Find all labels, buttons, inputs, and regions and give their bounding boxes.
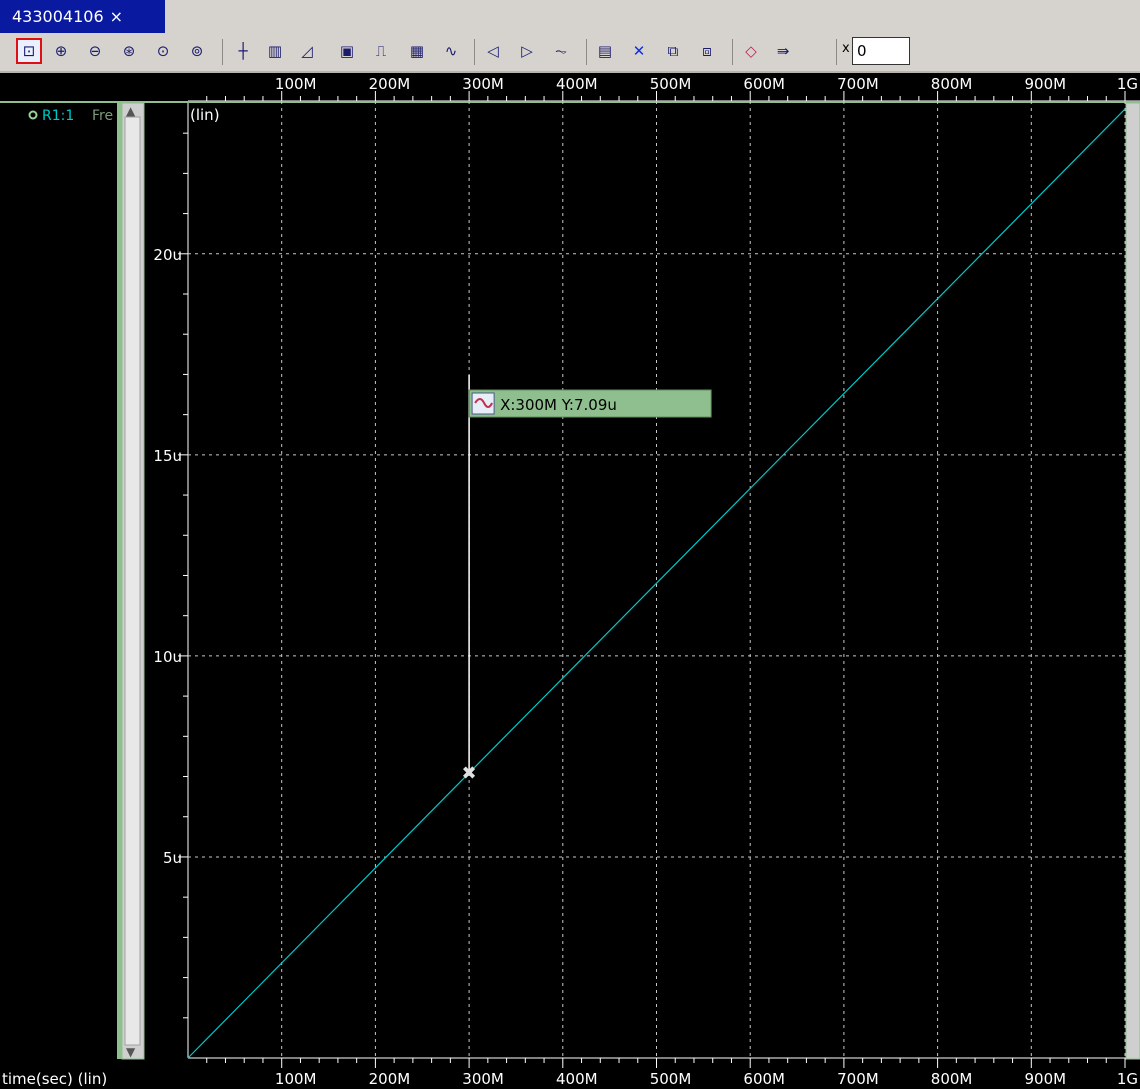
x-axis-title: time(sec) (lin) <box>2 1070 107 1088</box>
signal-list-scroll-thumb[interactable] <box>124 116 141 1046</box>
signal-suffix: Fre <box>92 108 113 124</box>
toolbar: ⊡ ⊕ ⊖ ⊛ ⊙ ⊚ ┼ ▥ ◿ ▣ ⎍ ▦ ∿ ◁ ▷ ⏦ ▤ ✕ ⧉ ⧈ … <box>0 33 1140 73</box>
x-tick-label-top: 600M <box>743 75 785 93</box>
scroll-up-icon[interactable]: ▲ <box>126 104 136 118</box>
y-tick-label: 5u <box>163 849 182 867</box>
x-tick-label-bottom: 900M <box>1025 1070 1067 1088</box>
next-icon[interactable]: ▷ <box>514 38 540 64</box>
export-icon[interactable]: ⇛ <box>770 38 796 64</box>
tab-close-icon[interactable]: × <box>110 7 123 26</box>
x-tick-label-bottom: 300M <box>462 1070 504 1088</box>
tab-title: 433004106 <box>12 7 104 26</box>
x-tick-label-bottom: 500M <box>650 1070 692 1088</box>
eraser-icon[interactable]: ◇ <box>738 38 764 64</box>
x-tick-label-top: 100M <box>275 75 317 93</box>
grid-icon[interactable]: ▦ <box>404 38 430 64</box>
x-tick-label-top: 1G <box>1117 75 1138 93</box>
waveform-plot[interactable]: R1:1 Fre ▲ ▼ (lin) time(sec) (lin) 100M 1… <box>0 73 1140 1089</box>
x-tick-label-top: 300M <box>462 75 504 93</box>
toolbar-separator <box>474 39 475 65</box>
splitter-left[interactable] <box>117 103 122 1059</box>
panel-icon[interactable]: ▤ <box>592 38 618 64</box>
waveform-marker-icon[interactable]: ⏦ <box>548 38 574 64</box>
paste-icon[interactable]: ⧈ <box>694 38 720 64</box>
x-tick-label-bottom: 800M <box>931 1070 973 1088</box>
x-tick-label-bottom: 200M <box>369 1070 411 1088</box>
zoom-out-icon[interactable]: ⊖ <box>82 38 108 64</box>
scroll-down-icon[interactable]: ▼ <box>126 1045 136 1059</box>
prev-icon[interactable]: ◁ <box>480 38 506 64</box>
y-tick-label: 15u <box>153 447 182 465</box>
x-field-label: x <box>842 41 850 56</box>
annotation-icon[interactable]: ▣ <box>334 38 360 64</box>
pulse-icon[interactable]: ⎍ <box>368 38 394 64</box>
plot-vertical-scrollbar[interactable] <box>1125 102 1140 1060</box>
x-tick-label-top: 800M <box>931 75 973 93</box>
marker-label-text: X:300M Y:7.09u <box>500 396 617 414</box>
waveform-icon[interactable]: ∿ <box>438 38 464 64</box>
tab-waveform[interactable]: 433004106 × <box>0 0 165 33</box>
x-value-input[interactable] <box>852 37 910 65</box>
zoom-xy-icon[interactable]: ⊛ <box>116 38 142 64</box>
x-tick-label-bottom: 600M <box>743 1070 785 1088</box>
zoom-redo-icon[interactable]: ⊚ <box>184 38 210 64</box>
x-tick-label-top: 700M <box>837 75 879 93</box>
tab-bar: 433004106 × <box>0 0 1140 33</box>
x-tick-label-top: 500M <box>650 75 692 93</box>
y-tick-label: 20u <box>153 246 182 264</box>
y-tick-label: 10u <box>153 648 182 666</box>
delete-icon[interactable]: ✕ <box>626 38 652 64</box>
x-tick-label-bottom: 400M <box>556 1070 598 1088</box>
zoom-in-icon[interactable]: ⊕ <box>48 38 74 64</box>
zoom-undo-icon[interactable]: ⊙ <box>150 38 176 64</box>
toolbar-separator <box>222 39 223 65</box>
toolbar-separator <box>732 39 733 65</box>
x-tick-label-bottom: 1G <box>1117 1070 1138 1088</box>
x-tick-label-top: 900M <box>1025 75 1067 93</box>
toolbar-separator <box>586 39 587 65</box>
copy-icon[interactable]: ⧉ <box>660 38 686 64</box>
measure-icon[interactable]: ◿ <box>294 38 320 64</box>
x-tick-label-bottom: 700M <box>837 1070 879 1088</box>
y-axis-scale-label: (lin) <box>190 106 220 124</box>
marker-point-icon[interactable]: ✖ <box>462 763 477 784</box>
x-tick-label-top: 200M <box>369 75 411 93</box>
cursor-cross-icon[interactable]: ┼ <box>230 38 256 64</box>
bars-icon[interactable]: ▥ <box>262 38 288 64</box>
toolbar-separator <box>836 39 837 65</box>
signal-name[interactable]: R1:1 <box>42 108 74 124</box>
zoom-fit-icon[interactable]: ⊡ <box>16 38 42 64</box>
x-tick-label-bottom: 100M <box>275 1070 317 1088</box>
plot-background <box>0 73 1140 1089</box>
x-tick-label-top: 400M <box>556 75 598 93</box>
